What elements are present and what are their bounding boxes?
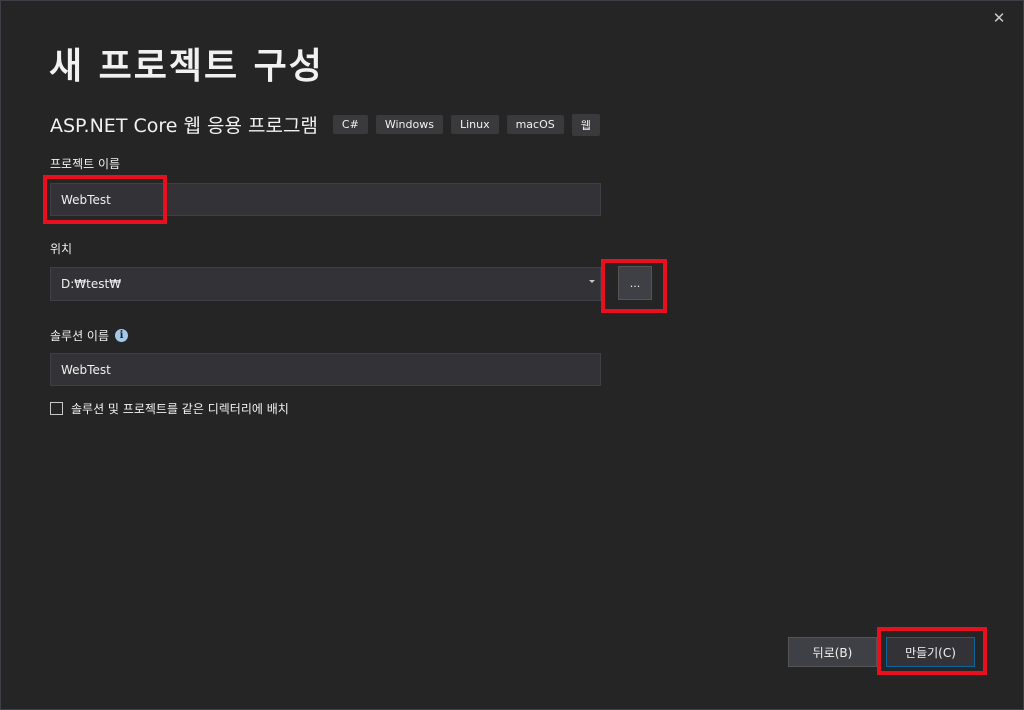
browse-location-button[interactable]: ... xyxy=(618,266,652,300)
dialog-window: ✕ 새 프로젝트 구성 ASP.NET Core 웹 응용 프로그램 C# Wi… xyxy=(0,0,1024,710)
location-label-text: 위치 xyxy=(50,242,73,256)
solution-name-label: 솔루션 이름 i xyxy=(50,327,129,344)
solution-name-label-text: 솔루션 이름 xyxy=(50,329,110,343)
same-directory-label: 솔루션 및 프로젝트를 같은 디렉터리에 배치 xyxy=(71,402,289,416)
info-icon[interactable]: i xyxy=(115,329,129,342)
tag-platform-linux: Linux xyxy=(450,115,499,134)
location-value: D:₩test₩ xyxy=(61,277,122,291)
back-button[interactable]: 뒤로(B) xyxy=(788,637,877,667)
same-directory-checkbox[interactable] xyxy=(50,402,63,415)
location-combobox[interactable]: D:₩test₩ xyxy=(50,267,601,301)
close-icon[interactable]: ✕ xyxy=(987,7,1011,29)
chevron-down-icon[interactable] xyxy=(589,280,595,283)
tag-platform-macos: macOS xyxy=(506,115,564,134)
page-title: 새 프로젝트 구성 xyxy=(49,46,324,87)
project-type-title: ASP.NET Core 웹 응용 프로그램 xyxy=(50,115,318,137)
solution-name-input[interactable]: WebTest xyxy=(50,353,601,386)
create-button[interactable]: 만들기(C) xyxy=(886,637,975,667)
project-name-label: 프로젝트 이름 xyxy=(50,155,120,172)
same-directory-option[interactable]: 솔루션 및 프로젝트를 같은 디렉터리에 배치 xyxy=(50,400,289,417)
solution-name-value: WebTest xyxy=(61,362,111,377)
tag-language: C# xyxy=(332,115,368,134)
project-type-row: ASP.NET Core 웹 응용 프로그램 C# Windows Linux … xyxy=(50,111,600,138)
location-label: 위치 xyxy=(50,240,72,257)
project-name-label-text: 프로젝트 이름 xyxy=(50,157,121,171)
project-name-input[interactable]: WebTest xyxy=(50,183,601,216)
tag-platform-windows: Windows xyxy=(375,115,443,134)
project-name-value: WebTest xyxy=(61,192,111,207)
tag-project-type-web: 웹 xyxy=(571,113,600,136)
